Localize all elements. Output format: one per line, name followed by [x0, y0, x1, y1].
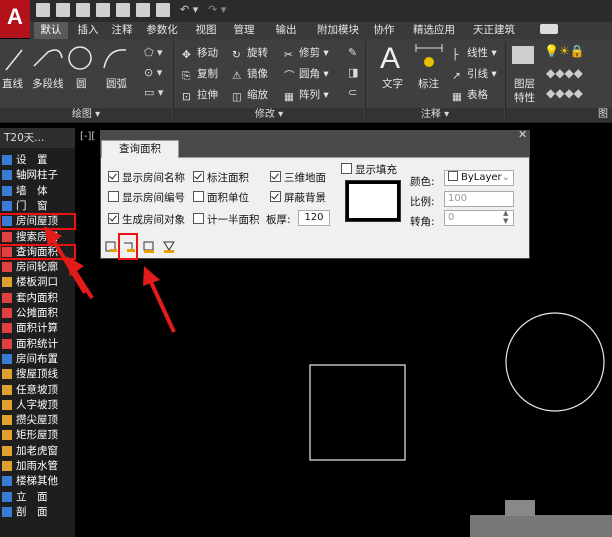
3d-floor-checkbox[interactable]: 三维地面	[270, 170, 326, 185]
drawing-canvas[interactable]	[0, 0, 612, 537]
checkbox-icon	[108, 213, 119, 224]
color-select[interactable]: ByLayer ⌄	[444, 170, 514, 186]
color-label: 颜色:	[410, 176, 435, 188]
room-rectangle-shape	[309, 364, 406, 461]
blurred-area	[470, 515, 612, 537]
checkbox-icon	[341, 163, 352, 174]
checkbox-icon	[193, 171, 204, 182]
checkbox-icon	[108, 191, 119, 202]
gen-room-object-checkbox[interactable]: 生成房间对象	[108, 212, 185, 227]
query-balcony-icon[interactable]	[162, 240, 176, 254]
dialog-tab-query-area[interactable]: 查询面积	[101, 140, 179, 158]
checkbox-icon	[193, 191, 204, 202]
fill-pattern-preview[interactable]	[345, 180, 401, 222]
checkbox-icon	[270, 191, 281, 202]
mask-background-checkbox[interactable]: 屏蔽背景	[270, 190, 326, 205]
scale-input[interactable]: 100	[444, 191, 514, 207]
close-icon[interactable]: ✕	[518, 128, 527, 141]
show-room-name-checkbox[interactable]: 显示房间名称	[108, 170, 185, 185]
checkbox-icon	[193, 213, 204, 224]
blurred-area	[505, 500, 535, 516]
mark-area-checkbox[interactable]: 标注面积	[193, 170, 249, 185]
circle-shape	[505, 312, 605, 412]
pick-room-icon[interactable]	[104, 240, 118, 254]
checkbox-icon	[108, 171, 119, 182]
area-unit-checkbox[interactable]: 面积单位	[193, 190, 249, 205]
chevron-down-icon: ⌄	[501, 172, 510, 183]
scale-label: 比例:	[410, 196, 435, 208]
query-area-icon[interactable]	[142, 240, 156, 254]
show-room-number-checkbox[interactable]: 显示房间编号	[108, 190, 185, 205]
spinner-icon[interactable]: ▲ ▼	[503, 209, 508, 225]
show-fill-checkbox[interactable]: 显示填充	[341, 162, 397, 177]
slab-thickness-input[interactable]: 120	[298, 210, 330, 226]
highlight-box	[118, 233, 138, 260]
count-half-area-checkbox[interactable]: 计一半面积	[193, 212, 260, 227]
color-swatch-icon	[448, 171, 458, 181]
angle-label: 转角:	[410, 216, 435, 228]
checkbox-icon	[270, 171, 281, 182]
slab-thickness-label: 板厚:	[266, 214, 291, 226]
